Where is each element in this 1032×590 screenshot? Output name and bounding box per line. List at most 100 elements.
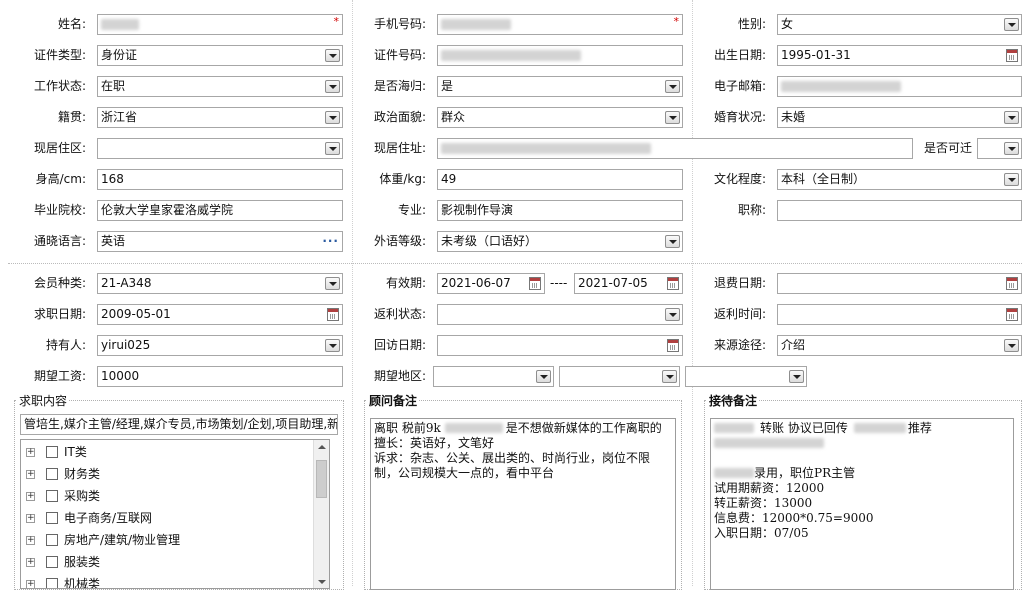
chevron-down-icon[interactable] — [325, 339, 340, 352]
id-type-select[interactable]: 身份证 — [97, 45, 343, 66]
email-input[interactable] — [777, 76, 1022, 97]
lang-level-select[interactable]: 未考级（口语好） — [437, 231, 683, 252]
education-select[interactable]: 本科（全日制） — [777, 169, 1022, 190]
checkbox[interactable] — [46, 512, 58, 524]
expand-icon[interactable]: + — [26, 558, 35, 567]
tree-item[interactable]: + 房地产/建筑/物业管理 — [21, 530, 311, 550]
chevron-down-icon[interactable] — [665, 308, 680, 321]
languages-input[interactable]: 英语 ··· — [97, 231, 343, 252]
tree-item[interactable]: + 电子商务/互联网 — [21, 508, 311, 528]
scroll-up-icon[interactable] — [318, 445, 326, 449]
residence-select[interactable] — [97, 138, 343, 159]
chevron-down-icon[interactable] — [536, 370, 551, 383]
job-intent-summary-input[interactable]: 管培生,媒介主管/经理,媒介专员,市场策划/企划,项目助理,新 — [20, 414, 338, 435]
expand-icon[interactable]: + — [26, 514, 35, 523]
job-category-tree[interactable]: + IT类 + 财务类 + 采购类 + 电子商务/互联网 + 房地产/建筑/物业… — [20, 439, 330, 589]
chevron-down-icon[interactable] — [325, 111, 340, 124]
languages-value: 英语 — [101, 234, 126, 248]
calendar-icon[interactable] — [529, 277, 541, 290]
chevron-down-icon[interactable] — [325, 277, 340, 290]
valid-to-input[interactable]: 2021-07-05 — [574, 273, 683, 294]
notes-text: 转账 协议已回传 — [760, 421, 848, 435]
range-separator: ---- — [550, 276, 568, 290]
expand-icon[interactable]: + — [26, 492, 35, 501]
scroll-down-icon[interactable] — [318, 580, 326, 584]
member-type-select[interactable]: 21-A348 — [97, 273, 343, 294]
ellipsis-icon[interactable]: ··· — [322, 232, 339, 251]
name-input[interactable]: * — [97, 14, 343, 35]
native-place-select[interactable]: 浙江省 — [97, 107, 343, 128]
major-input[interactable]: 影视制作导演 — [437, 200, 683, 221]
birth-date-input[interactable]: 1995-01-31 — [777, 45, 1022, 66]
rebate-status-select[interactable] — [437, 304, 683, 325]
height-input[interactable]: 168 — [97, 169, 343, 190]
work-status-label: 工作状态: — [33, 79, 86, 93]
tree-item[interactable]: + 服装类 — [21, 552, 311, 572]
chevron-down-icon[interactable] — [1004, 111, 1019, 124]
tree-item-label: IT类 — [64, 445, 87, 459]
expand-icon[interactable]: + — [26, 580, 35, 588]
chevron-down-icon[interactable] — [1004, 173, 1019, 186]
tree-item[interactable]: + 机械类 — [21, 574, 311, 588]
notes-text: 试用期薪资：12000 — [714, 481, 825, 495]
chevron-down-icon[interactable] — [665, 111, 680, 124]
calendar-icon[interactable] — [1006, 277, 1018, 290]
tree-item[interactable]: + 财务类 — [21, 464, 311, 484]
gender-select[interactable]: 女 — [777, 14, 1022, 35]
tree-scrollbar[interactable] — [313, 440, 329, 588]
id-number-input[interactable] — [437, 45, 683, 66]
region-city-select[interactable] — [559, 366, 680, 387]
salary-input[interactable]: 10000 — [97, 366, 343, 387]
calendar-icon[interactable] — [667, 277, 679, 290]
checkbox[interactable] — [46, 490, 58, 502]
address-input[interactable] — [437, 138, 913, 159]
consultant-notes-textarea[interactable]: 离职 税前9k 是不想做新媒体的工作离职的 擅长：英语好，文笔好 诉求：杂志、公关、展… — [370, 418, 676, 590]
chevron-down-icon[interactable] — [1004, 339, 1019, 352]
chevron-down-icon[interactable] — [662, 370, 677, 383]
chevron-down-icon[interactable] — [1004, 18, 1019, 31]
tree-item-label: 服装类 — [64, 555, 101, 569]
checkbox[interactable] — [46, 468, 58, 480]
calendar-icon[interactable] — [1006, 49, 1018, 62]
chevron-down-icon[interactable] — [665, 235, 680, 248]
checkbox[interactable] — [46, 534, 58, 546]
tree-item[interactable]: + 采购类 — [21, 486, 311, 506]
calendar-icon[interactable] — [327, 308, 339, 321]
chevron-down-icon[interactable] — [325, 80, 340, 93]
checkbox[interactable] — [46, 578, 58, 588]
region-province-select[interactable] — [433, 366, 554, 387]
chevron-down-icon[interactable] — [325, 142, 340, 155]
redacted-text — [714, 423, 754, 433]
weight-input[interactable]: 49 — [437, 169, 683, 190]
expand-icon[interactable]: + — [26, 536, 35, 545]
checkbox[interactable] — [46, 446, 58, 458]
expand-icon[interactable]: + — [26, 470, 35, 479]
chevron-down-icon[interactable] — [789, 370, 804, 383]
chevron-down-icon[interactable] — [665, 80, 680, 93]
source-select[interactable]: 介绍 — [777, 335, 1022, 356]
job-date-input[interactable]: 2009-05-01 — [97, 304, 343, 325]
returnee-select[interactable]: 是 — [437, 76, 683, 97]
political-select[interactable]: 群众 — [437, 107, 683, 128]
phone-input[interactable]: * — [437, 14, 683, 35]
scroll-thumb[interactable] — [316, 460, 327, 498]
region-district-select[interactable] — [685, 366, 807, 387]
school-input[interactable]: 伦敦大学皇家霍洛威学院 — [97, 200, 343, 221]
rebate-time-input[interactable] — [777, 304, 1022, 325]
tree-item[interactable]: + IT类 — [21, 442, 311, 462]
valid-from-input[interactable]: 2021-06-07 — [437, 273, 545, 294]
calendar-icon[interactable] — [1006, 308, 1018, 321]
chevron-down-icon[interactable] — [1004, 142, 1019, 155]
relocate-select[interactable] — [977, 138, 1022, 159]
visit-date-input[interactable] — [437, 335, 683, 356]
expand-icon[interactable]: + — [26, 448, 35, 457]
holder-select[interactable]: yirui025 — [97, 335, 343, 356]
reception-notes-textarea[interactable]: 转账 协议已回传 推荐 录用，职位PR主管 试用期薪资：12000 转正薪资：1300… — [710, 418, 1014, 590]
chevron-down-icon[interactable] — [325, 49, 340, 62]
refund-date-input[interactable] — [777, 273, 1022, 294]
calendar-icon[interactable] — [667, 339, 679, 352]
title-input[interactable] — [777, 200, 1022, 221]
marital-select[interactable]: 未婚 — [777, 107, 1022, 128]
checkbox[interactable] — [46, 556, 58, 568]
work-status-select[interactable]: 在职 — [97, 76, 343, 97]
